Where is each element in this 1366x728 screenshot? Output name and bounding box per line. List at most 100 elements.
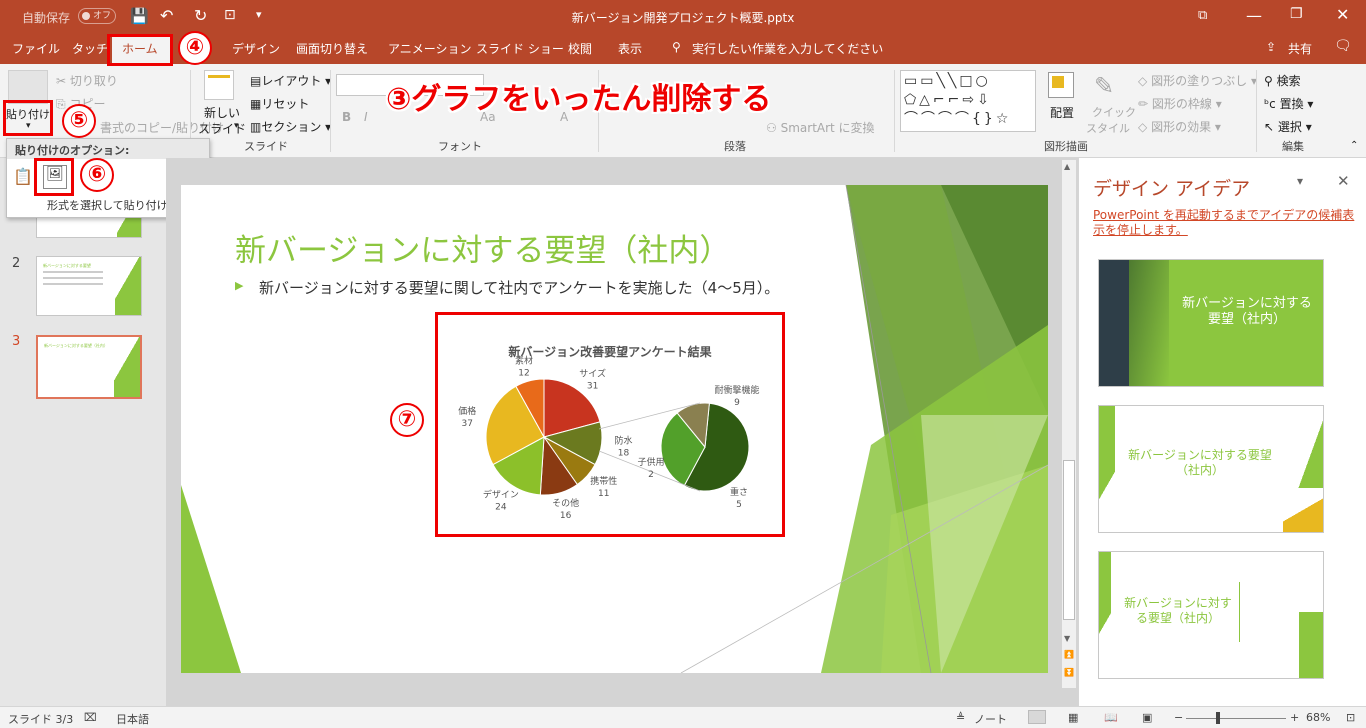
scroll-up-icon[interactable]: ▲ xyxy=(1064,162,1070,171)
design-idea-2[interactable]: 新バージョンに対する要望（社内） xyxy=(1098,405,1324,533)
slide-counter: スライド 3/3 xyxy=(8,713,74,726)
replace-button[interactable]: ᵇc 置換 ▾ xyxy=(1264,95,1313,112)
shape-effect-button[interactable]: ◇ 図形の効果 ▾ xyxy=(1138,118,1221,135)
highlight-picture-paste xyxy=(34,158,74,196)
paste-keep-text-icon[interactable]: 📋 xyxy=(13,167,33,186)
share-button[interactable]: 共有 xyxy=(1288,40,1312,57)
arrange-button[interactable]: 配置 xyxy=(1050,104,1074,121)
tab-view[interactable]: 表示 xyxy=(618,40,642,57)
quick-style-label-2[interactable]: スタイル xyxy=(1086,120,1130,136)
effect-icon: ◇ xyxy=(1138,120,1148,134)
slide-thumbnail-3[interactable]: 新バージョンに対する要望（社内） xyxy=(36,335,142,399)
zoom-slider[interactable] xyxy=(1186,718,1286,719)
reset-button[interactable]: ▦リセット xyxy=(250,95,309,112)
new-slide-icon xyxy=(204,70,234,100)
close-pane-icon[interactable]: ✕ xyxy=(1337,172,1350,190)
shape-gallery[interactable]: ▭▭╲╲□○ ⬠△⌐⌐⇨⇩ ⌒⌒⌒⌒{}☆ xyxy=(900,70,1036,132)
tab-design[interactable]: デザイン xyxy=(232,40,280,57)
collapse-ribbon-icon[interactable]: ⌃ xyxy=(1350,140,1358,151)
layout-button[interactable]: ▤レイアウト ▾ xyxy=(250,72,331,89)
zoom-level[interactable]: 68% xyxy=(1306,711,1330,724)
reading-view-icon[interactable]: 📖 xyxy=(1104,711,1118,724)
slideshow-view-icon[interactable]: ▣ xyxy=(1142,711,1152,724)
previous-slide-icon[interactable]: ⏫ xyxy=(1064,650,1074,659)
scroll-down-icon[interactable]: ▼ xyxy=(1064,634,1070,643)
tab-review[interactable]: 校閲 xyxy=(568,40,592,57)
fit-to-window-icon[interactable]: ⊡ xyxy=(1346,711,1355,724)
tab-touch[interactable]: タッチ xyxy=(72,40,108,57)
normal-view-icon[interactable] xyxy=(1028,710,1046,724)
cursor-icon: ↖ xyxy=(1264,120,1275,134)
select-button[interactable]: ↖ 選択 ▾ xyxy=(1264,118,1312,135)
group-label-paragraph: 段落 xyxy=(724,140,746,153)
slide-number-2: 2 xyxy=(12,256,21,271)
highlight-paste-button xyxy=(3,100,53,136)
tell-me-input[interactable]: 実行したい作業を入力してください xyxy=(692,40,883,57)
arrange-icon xyxy=(1048,72,1074,98)
shape-outline-button[interactable]: ✏ 図形の枠線 ▾ xyxy=(1138,95,1222,112)
zoom-out-icon[interactable]: − xyxy=(1174,711,1183,724)
zoom-in-icon[interactable]: + xyxy=(1290,711,1299,724)
tab-transitions[interactable]: 画面切り替え xyxy=(296,40,368,57)
slide-bullet-text[interactable]: 新バージョンに対する要望に関して社内でアンケートを実施した（4〜5月）。 xyxy=(259,277,779,298)
restart-notice-link[interactable]: PowerPoint を再起動するまでアイデアの候補表示を停止します。 xyxy=(1093,208,1355,238)
vertical-scrollbar[interactable]: ▲ ▼ ⏫ ⏬ xyxy=(1062,160,1076,688)
restore-icon[interactable]: ❐ xyxy=(1290,6,1303,22)
scissors-icon: ✂ xyxy=(56,74,67,88)
close-icon[interactable]: ✕ xyxy=(1336,5,1349,24)
new-slide-dropdown-icon[interactable]: ▾ xyxy=(234,121,239,131)
status-bar: スライド 3/3 ⌧ 日本語 ≜ ノート ▦ 📖 ▣ − + 68% ⊡ xyxy=(0,706,1366,728)
search-icon: ⚲ xyxy=(672,40,681,54)
tab-slideshow[interactable]: スライド ショー xyxy=(476,40,564,57)
slide-sorter-icon[interactable]: ▦ xyxy=(1068,711,1078,724)
step-7-badge: ⑦ xyxy=(390,403,424,437)
section-icon: ▥ xyxy=(250,120,262,134)
slide-thumbnail-2[interactable]: 新バージョンに対する要望 xyxy=(36,256,142,316)
design-idea-1[interactable]: 新バージョンに対する要望（社内） xyxy=(1098,259,1324,387)
step-4-badge: ④ xyxy=(178,31,212,65)
zoom-slider-thumb[interactable] xyxy=(1216,712,1220,724)
notes-button[interactable]: ノート xyxy=(974,711,1007,727)
next-slide-icon[interactable]: ⏬ xyxy=(1064,668,1074,677)
minimize-icon[interactable]: — xyxy=(1246,6,1262,25)
group-label-font: フォント xyxy=(438,140,482,153)
find-button[interactable]: ⚲ 検索 xyxy=(1264,72,1301,89)
paint-bucket-icon: ◇ xyxy=(1138,74,1148,88)
shape-fill-button[interactable]: ◇ 図形の塗りつぶし ▾ xyxy=(1138,72,1257,89)
group-label-slides: スライド xyxy=(244,140,288,153)
highlight-chart xyxy=(435,312,785,537)
step-5-badge: ⑤ xyxy=(62,104,96,138)
smartart-button[interactable]: ⚇ SmartArt に変換 xyxy=(766,119,875,136)
tab-animations[interactable]: アニメーション xyxy=(388,40,472,57)
design-idea-3[interactable]: 新バージョンに対する要望（社内） xyxy=(1098,551,1324,679)
paste-options-title: 貼り付けのオプション: xyxy=(15,144,130,157)
new-slide-label-1[interactable]: 新しい xyxy=(204,104,240,121)
group-label-drawing: 図形描画 xyxy=(1044,140,1088,153)
language-indicator[interactable]: 日本語 xyxy=(116,711,149,727)
notes-icon: ≜ xyxy=(956,711,966,724)
quick-style-label-1[interactable]: クイック xyxy=(1092,104,1136,120)
pane-options-icon[interactable]: ▾ xyxy=(1297,174,1303,188)
cut-button[interactable]: ✂ 切り取り xyxy=(56,72,118,89)
quick-style-icon: ✎ xyxy=(1094,72,1115,100)
bold-button[interactable]: B xyxy=(342,110,351,124)
italic-button[interactable]: I xyxy=(364,110,368,124)
share-icon: ⇪ xyxy=(1266,40,1277,54)
spellcheck-icon[interactable]: ⌧ xyxy=(84,711,97,724)
slide-number-3: 3 xyxy=(12,334,21,349)
reset-icon: ▦ xyxy=(250,97,262,111)
scroll-thumb[interactable] xyxy=(1063,460,1075,620)
ribbon-display-icon[interactable]: ⧉ xyxy=(1198,8,1207,23)
tab-file[interactable]: ファイル xyxy=(12,40,60,57)
layout-icon: ▤ xyxy=(250,74,262,88)
search-icon: ⚲ xyxy=(1264,74,1273,88)
section-button[interactable]: ▥セクション ▾ xyxy=(250,118,331,135)
group-label-edit: 編集 xyxy=(1282,140,1304,153)
bullet-icon: ▶ xyxy=(235,279,244,292)
slide-thumbnail-pane xyxy=(0,158,166,706)
copy-icon: ⎘ xyxy=(56,97,66,111)
design-ideas-title: デザイン アイデア xyxy=(1093,178,1251,200)
comment-icon[interactable]: 🗨 xyxy=(1334,38,1352,54)
slide-title[interactable]: 新バージョンに対する要望（社内） xyxy=(235,225,730,270)
step-3-callout: ③グラフをいったん削除する xyxy=(386,82,772,117)
